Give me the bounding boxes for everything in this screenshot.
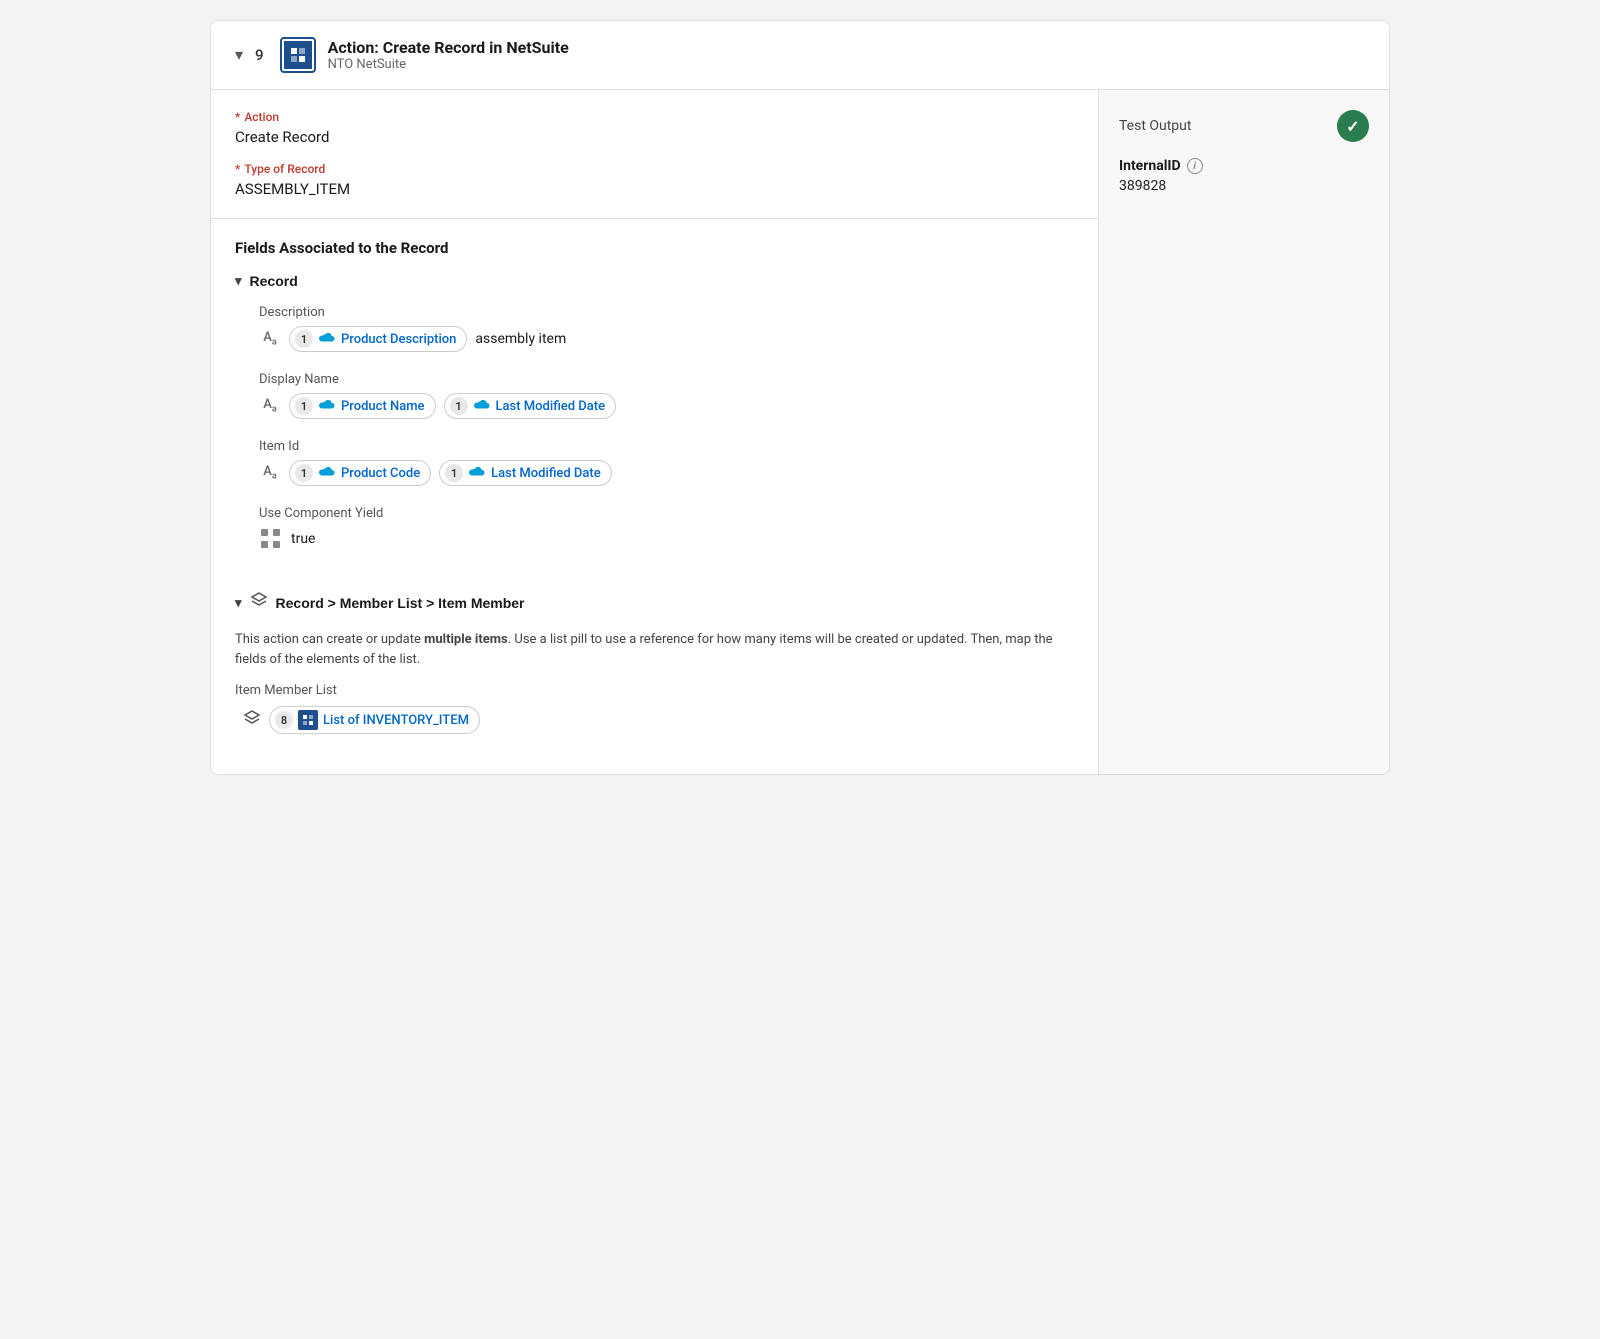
- collapse-button[interactable]: ▾: [235, 45, 243, 65]
- component-yield-label: Use Component Yield: [259, 506, 1074, 521]
- member-collapse-button[interactable]: ▾ Record > Member List > Item Member: [235, 591, 525, 614]
- action-value: Create Record: [235, 128, 1074, 146]
- info-circle-icon[interactable]: i: [1187, 158, 1203, 174]
- pill-number-2: 1: [295, 397, 313, 415]
- fields-title: Fields Associated to the Record: [235, 239, 1074, 257]
- bool-dot-3: [261, 541, 268, 548]
- member-group-label: Record > Member List > Item Member: [276, 595, 525, 611]
- layers-icon: [250, 591, 268, 614]
- header-title: Action: Create Record in NetSuite: [328, 38, 569, 57]
- type-label: Type of Record: [235, 162, 1074, 176]
- step-number: 9: [255, 46, 264, 64]
- member-group: ▾ Record > Member List > Item Member Thi…: [235, 591, 1074, 734]
- last-modified-date-pill-1[interactable]: 1 Last Modified Date: [444, 393, 617, 419]
- salesforce-cloud-icon-5: [467, 466, 487, 480]
- info-text-bold: multiple items: [424, 632, 508, 647]
- salesforce-cloud-icon-4: [317, 466, 337, 480]
- bool-dot-4: [273, 541, 280, 548]
- display-name-content: Aa 1 Product Name: [259, 393, 1074, 419]
- bool-dots-grid: [261, 529, 281, 549]
- test-output-header: Test Output ✓: [1119, 110, 1369, 142]
- component-yield-field-row: Use Component Yield true: [235, 506, 1074, 551]
- left-panel: Action Create Record Type of Record ASSE…: [211, 90, 1099, 774]
- pill-number-5: 1: [445, 464, 463, 482]
- description-content: Aa 1 Product Description: [259, 326, 1074, 352]
- inventory-pill-text: List of INVENTORY_ITEM: [323, 713, 469, 728]
- action-label: Action: [235, 110, 1074, 124]
- info-text-part1: This action can create or update: [235, 632, 424, 647]
- component-yield-content: true: [259, 527, 1074, 551]
- inventory-pill-number: 8: [275, 711, 293, 729]
- main-content: Action Create Record Type of Record ASSE…: [211, 90, 1389, 774]
- description-plain-text: assembly item: [475, 331, 566, 347]
- chevron-down-icon: ▾: [235, 45, 243, 65]
- item-id-content: Aa 1 Product Code: [259, 460, 1074, 486]
- layers-icon-2: [243, 709, 261, 731]
- pill-number-4: 1: [295, 464, 313, 482]
- text-type-icon-2: Aa: [259, 395, 281, 417]
- description-field-row: Description Aa 1: [235, 305, 1074, 352]
- text-type-icon-3: Aa: [259, 462, 281, 484]
- salesforce-cloud-icon: [317, 332, 337, 346]
- header-subtitle: NTO NetSuite: [328, 57, 569, 72]
- display-name-label: Display Name: [259, 372, 1074, 387]
- pill-number-3: 1: [450, 397, 468, 415]
- product-description-pill-text: Product Description: [341, 332, 456, 347]
- last-modified-date-pill-2[interactable]: 1 Last Modified Date: [439, 460, 612, 486]
- member-chevron-icon: ▾: [235, 595, 242, 611]
- netsuite-small-logo: [298, 710, 318, 730]
- record-group-label: Record: [250, 273, 298, 289]
- member-list-section: ▾ Record > Member List > Item Member Thi…: [211, 591, 1098, 774]
- record-group: ▾ Record Description Aa 1: [235, 273, 1074, 551]
- internal-id-value: 389828: [1119, 178, 1369, 194]
- salesforce-cloud-icon-3: [472, 399, 492, 413]
- bool-type-icon: [259, 527, 283, 551]
- action-header: ▾ 9 Action: Create Record in NetSuite NT…: [211, 21, 1389, 90]
- product-code-pill-text: Product Code: [341, 466, 420, 481]
- record-chevron-icon: ▾: [235, 273, 242, 289]
- success-badge: ✓: [1337, 110, 1369, 142]
- product-name-pill-text: Product Name: [341, 399, 425, 414]
- last-modified-date-pill-1-text: Last Modified Date: [496, 399, 606, 414]
- internal-id-label: InternalID: [1119, 158, 1181, 174]
- item-member-list-label: Item Member List: [235, 683, 1074, 698]
- test-output-label: Test Output: [1119, 118, 1191, 134]
- item-member-row: 8 List of INVENTORY_ITEM: [235, 706, 1074, 734]
- item-id-label: Item Id: [259, 439, 1074, 454]
- text-type-icon: Aa: [259, 328, 281, 350]
- type-value: ASSEMBLY_ITEM: [235, 180, 1074, 198]
- inventory-item-pill[interactable]: 8 List of INVENTORY_ITEM: [269, 706, 480, 734]
- action-section: Action Create Record Type of Record ASSE…: [211, 90, 1098, 219]
- salesforce-cloud-icon-2: [317, 399, 337, 413]
- record-collapse-button[interactable]: ▾ Record: [235, 273, 298, 289]
- bool-dot-2: [273, 529, 280, 536]
- right-panel: Test Output ✓ InternalID i 389828: [1099, 90, 1389, 774]
- product-code-pill[interactable]: 1 Product Code: [289, 460, 431, 486]
- member-info-text: This action can create or update multipl…: [235, 630, 1074, 669]
- internal-id-field: InternalID i: [1119, 158, 1369, 174]
- component-yield-value: true: [291, 531, 315, 547]
- product-description-pill[interactable]: 1 Product Description: [289, 326, 467, 352]
- pill-number: 1: [295, 330, 313, 348]
- last-modified-date-pill-2-text: Last Modified Date: [491, 466, 601, 481]
- product-name-pill[interactable]: 1 Product Name: [289, 393, 436, 419]
- item-id-field-row: Item Id Aa 1: [235, 439, 1074, 486]
- fields-section: Fields Associated to the Record ▾ Record…: [211, 219, 1098, 591]
- description-label: Description: [259, 305, 1074, 320]
- display-name-field-row: Display Name Aa 1: [235, 372, 1074, 419]
- header-text: Action: Create Record in NetSuite NTO Ne…: [328, 38, 569, 72]
- bool-dot-1: [261, 529, 268, 536]
- netsuite-logo: [280, 37, 316, 73]
- netsuite-logo-inner: [284, 41, 312, 69]
- check-icon: ✓: [1346, 117, 1359, 136]
